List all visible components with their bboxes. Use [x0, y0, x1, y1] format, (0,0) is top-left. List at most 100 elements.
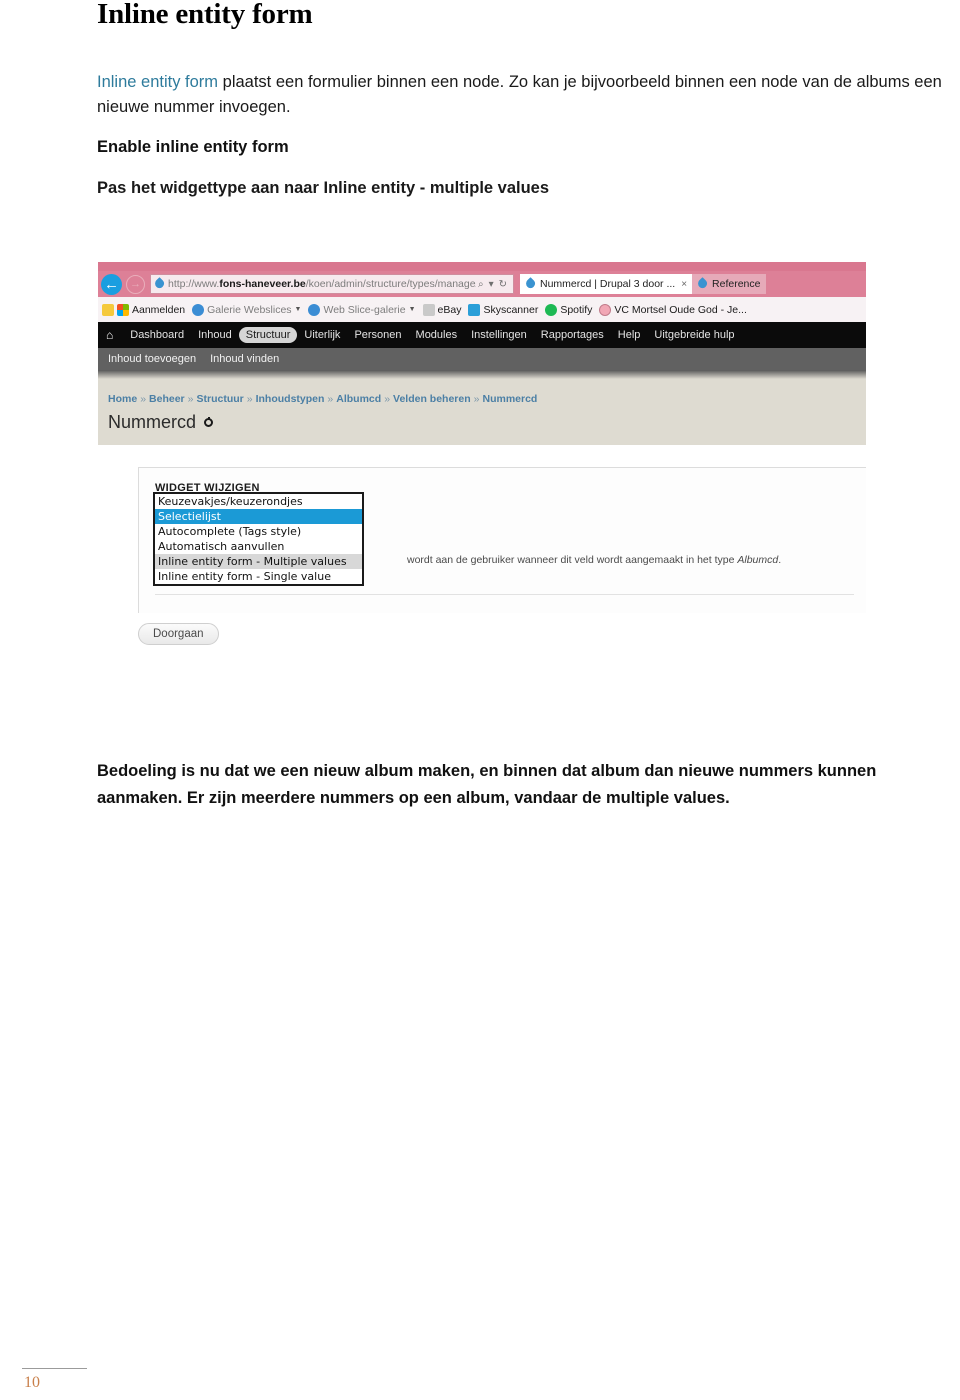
- drupal-favicon-icon: [525, 278, 536, 290]
- breadcrumb-item-albumcd[interactable]: Albumcd: [336, 393, 381, 405]
- browser-navigation-row: ← → http://www.fons-haneveer.be/koen/adm…: [98, 271, 866, 297]
- favorite-galerie-webslices[interactable]: Galerie Webslices ▼: [192, 303, 302, 316]
- favorite-web-slice-galerie[interactable]: Web Slice-galerie ▼: [308, 303, 416, 316]
- toolbar-item-modules[interactable]: Modules: [409, 327, 465, 343]
- breadcrumb-separator: »: [187, 393, 194, 405]
- address-bar-url: http://www.fons-haneveer.be/koen/admin/s…: [168, 278, 476, 290]
- page-title: Inline entity form: [97, 0, 313, 30]
- ie-icon: [192, 303, 205, 316]
- chevron-down-icon[interactable]: ▼: [409, 306, 416, 313]
- footer-divider: [22, 1368, 87, 1369]
- widget-type-select-dropdown[interactable]: Keuzevakjes/keuzerondjes Selectielijst A…: [153, 492, 364, 586]
- drupal-favicon-icon: [697, 278, 708, 290]
- shortcut-inhoud-vinden[interactable]: Inhoud vinden: [210, 353, 279, 365]
- panel-divider: [155, 594, 854, 595]
- url-domain: fons-haneveer.be: [219, 278, 306, 290]
- breadcrumb-item-nummercd[interactable]: Nummercd: [483, 393, 538, 405]
- toolbar-item-uitgebreide-hulp[interactable]: Uitgebreide hulp: [647, 327, 741, 343]
- breadcrumb-separator: »: [246, 393, 253, 405]
- toolbar-item-inhoud[interactable]: Inhoud: [191, 327, 239, 343]
- favorite-spotify[interactable]: Spotify: [545, 303, 593, 316]
- breadcrumb-separator: »: [327, 393, 334, 405]
- option-keuzevakjes[interactable]: Keuzevakjes/keuzerondjes: [155, 494, 362, 509]
- widget-panel-title: WIDGET WIJZIGEN: [155, 482, 260, 494]
- instruction-line: Pas het widgettype aan naar Inline entit…: [97, 179, 550, 197]
- favorite-label: Skyscanner: [483, 303, 539, 316]
- inline-entity-form-link[interactable]: Inline entity form: [97, 73, 218, 91]
- embedded-browser-screenshot: ← → http://www.fons-haneveer.be/koen/adm…: [98, 262, 866, 672]
- help-text-content-type: Albumcd: [737, 554, 779, 566]
- doorgaan-button[interactable]: Doorgaan: [138, 623, 219, 645]
- toolbar-item-dashboard[interactable]: Dashboard: [123, 327, 191, 343]
- closing-paragraph: Bedoeling is nu dat we een nieuw album m…: [97, 762, 877, 807]
- forward-icon[interactable]: →: [126, 274, 145, 294]
- toolbar-item-personen[interactable]: Personen: [347, 327, 408, 343]
- back-icon[interactable]: ←: [101, 273, 122, 295]
- breadcrumb-item-inhoudstypen[interactable]: Inhoudstypen: [256, 393, 325, 405]
- breadcrumb-item-home[interactable]: Home: [108, 393, 137, 405]
- home-icon[interactable]: ⌂: [106, 328, 113, 342]
- gear-icon[interactable]: [204, 417, 214, 427]
- address-bar[interactable]: http://www.fons-haneveer.be/koen/admin/s…: [150, 274, 514, 294]
- breadcrumb-item-beheer[interactable]: Beheer: [149, 393, 185, 405]
- favorite-label: Spotify: [560, 303, 593, 316]
- widget-help-text: wordt aan de gebruiker wanneer dit veld …: [407, 554, 781, 566]
- chevron-down-icon[interactable]: ▾: [487, 279, 497, 290]
- ie-icon: [308, 303, 321, 316]
- skyscanner-icon: [468, 303, 481, 316]
- option-inline-entity-form-single[interactable]: Inline entity form - Single value: [155, 569, 362, 584]
- favorite-aanmelden[interactable]: Aanmelden: [117, 303, 186, 316]
- section-subheading: Enable inline entity form: [97, 138, 289, 156]
- drupal-page-heading-text: Nummercd: [108, 412, 197, 432]
- breadcrumb-item-structuur[interactable]: Structuur: [196, 393, 243, 405]
- favorite-label: Galerie Webslices: [207, 303, 292, 316]
- url-path: /koen/admin/structure/types/manage/album…: [305, 278, 476, 290]
- option-automatisch-aanvullen[interactable]: Automatisch aanvullen: [155, 539, 362, 554]
- favorite-label: Web Slice-galerie: [323, 303, 406, 316]
- vc-mortsel-icon: [599, 303, 612, 316]
- intro-paragraph-rest: plaatst een formulier binnen een node. Z…: [97, 73, 942, 116]
- breadcrumb-item-velden-beheren[interactable]: Velden beheren: [393, 393, 471, 405]
- toolbar-item-help[interactable]: Help: [611, 327, 648, 343]
- toolbar-item-instellingen[interactable]: Instellingen: [464, 327, 534, 343]
- toolbar-shadow: [98, 370, 866, 379]
- option-selectielijst[interactable]: Selectielijst: [155, 509, 362, 524]
- toolbar-item-uiterlijk[interactable]: Uiterlijk: [297, 327, 347, 343]
- star-icon[interactable]: [102, 303, 114, 316]
- tab-nummercd[interactable]: Nummercd | Drupal 3 door ... ×: [520, 274, 693, 294]
- drupal-content-area: WIDGET WIJZIGEN wordt aan de gebruiker w…: [98, 445, 866, 645]
- tab-reference[interactable]: Reference: [692, 274, 766, 294]
- tab-strip: Nummercd | Drupal 3 door ... × Reference: [520, 274, 866, 294]
- intro-paragraph: Inline entity form plaatst een formulier…: [97, 70, 960, 120]
- ebay-icon: [422, 303, 435, 316]
- option-autocomplete-tags[interactable]: Autocomplete (Tags style): [155, 524, 362, 539]
- help-text-before: wordt aan de gebruiker wanneer dit veld …: [407, 554, 738, 566]
- favorite-vc-mortsel[interactable]: VC Mortsel Oude God - Je...: [599, 303, 747, 316]
- browser-titlebar: [98, 262, 866, 271]
- favorite-ebay[interactable]: eBay: [422, 303, 462, 316]
- refresh-icon[interactable]: ↻: [497, 279, 510, 290]
- chevron-down-icon[interactable]: ▼: [295, 306, 302, 313]
- browser-chrome: ← → http://www.fons-haneveer.be/koen/adm…: [98, 262, 866, 322]
- search-icon[interactable]: ⌕: [476, 279, 487, 290]
- toolbar-item-structuur[interactable]: Structuur: [238, 327, 298, 343]
- breadcrumb: Home» Beheer» Structuur» Inhoudstypen» Album…: [108, 393, 866, 405]
- favorite-label: eBay: [437, 303, 462, 316]
- favorite-label: Aanmelden: [132, 303, 186, 316]
- close-icon[interactable]: ×: [681, 279, 687, 290]
- toolbar-item-rapportages[interactable]: Rapportages: [534, 327, 611, 343]
- favorite-skyscanner[interactable]: Skyscanner: [468, 303, 539, 316]
- drupal-page-header: Home» Beheer» Structuur» Inhoudstypen» Album…: [98, 379, 866, 445]
- page-number: 10: [24, 1374, 40, 1391]
- favorite-label: VC Mortsel Oude God - Je...: [614, 303, 747, 316]
- tab-label: Nummercd | Drupal 3 door ...: [540, 278, 676, 290]
- drupal-favicon-icon: [154, 278, 165, 290]
- drupal-admin-toolbar: ⌂ Dashboard Inhoud Structuur Uiterlijk P…: [98, 322, 866, 348]
- microsoft-icon: [117, 303, 129, 316]
- help-text-after: .: [778, 554, 782, 566]
- document-page: Inline entity form Inline entity form pl…: [0, 0, 960, 1400]
- option-inline-entity-form-multiple[interactable]: Inline entity form - Multiple values: [155, 554, 362, 569]
- breadcrumb-separator: »: [473, 393, 480, 405]
- shortcut-inhoud-toevoegen[interactable]: Inhoud toevoegen: [108, 353, 196, 365]
- tab-label: Reference: [712, 278, 761, 290]
